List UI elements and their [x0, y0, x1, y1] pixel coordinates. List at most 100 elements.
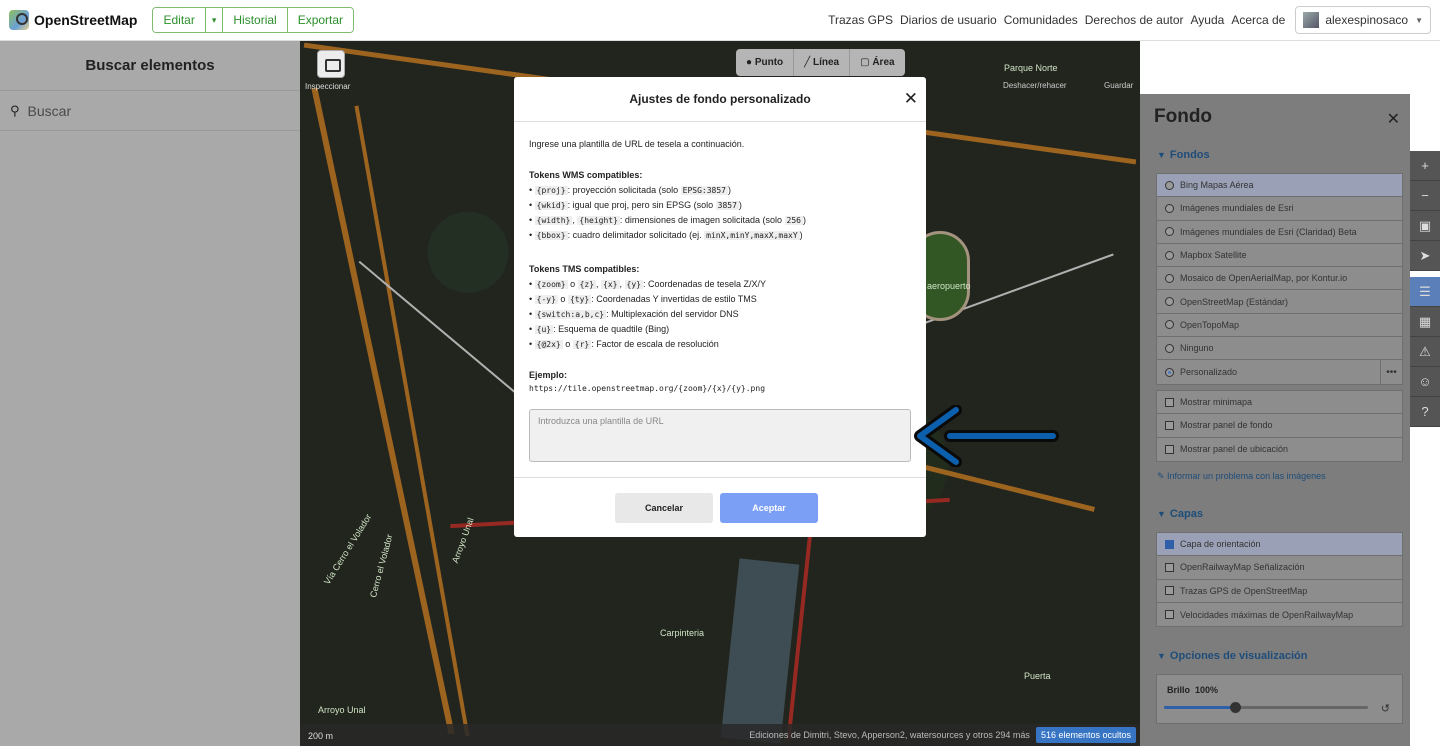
nav-link-copyright[interactable]: Derechos de autor: [1085, 13, 1184, 27]
radio-button[interactable]: [1165, 273, 1174, 283]
close-icon[interactable]: ✕: [1387, 109, 1400, 129]
zoom-in-icon[interactable]: +: [1410, 151, 1440, 181]
avatar: [1303, 12, 1320, 28]
background-option[interactable]: OpenStreetMap (Estándar): [1157, 290, 1402, 314]
background-option[interactable]: OpenTopoMap: [1157, 314, 1402, 338]
token-code: {ty}: [567, 295, 592, 304]
background-option[interactable]: Mosaico de OpenAerialMap, por Kontur.io: [1157, 267, 1402, 291]
map-label-parque: Parque Norte: [1004, 63, 1058, 73]
close-icon[interactable]: ✕: [904, 89, 918, 109]
checkbox[interactable]: [1165, 397, 1174, 407]
overlay-layer[interactable]: OpenRailwayMap Señalización: [1157, 556, 1402, 580]
background-option[interactable]: Imágenes mundiales de Esri (Claridad) Be…: [1157, 221, 1402, 244]
modal-title: Ajustes de fondo personalizado: [629, 92, 811, 106]
background-option[interactable]: Bing Mapas Aérea: [1157, 174, 1402, 198]
background-panel: Fondo ✕ ▼ Fondos Bing Mapas Aérea Imágenes…: [1140, 94, 1410, 746]
token-code: 256: [784, 216, 803, 225]
zoom-to-selection-icon[interactable]: ▣: [1410, 211, 1440, 241]
map-label-puerta: Puerta: [1024, 671, 1051, 681]
add-point-button[interactable]: ● Punto: [736, 49, 795, 76]
export-button[interactable]: Exportar: [287, 8, 354, 32]
radio-button[interactable]: [1165, 343, 1174, 353]
add-area-button[interactable]: ▢ Área: [850, 49, 904, 76]
token-code: {zoom}: [534, 280, 568, 289]
overlay-layer[interactable]: Velocidades máximas de OpenRailwayMap: [1157, 603, 1402, 626]
map-data-icon[interactable]: ▦: [1410, 307, 1440, 337]
checkbox[interactable]: [1165, 610, 1174, 620]
modal-body: Ingrese una plantilla de URL de tesela a…: [514, 139, 926, 393]
user-menu-button[interactable]: alexespinosaco ▼: [1295, 6, 1431, 34]
token-code: {@2x}: [534, 340, 563, 349]
search-placeholder: Buscar: [27, 102, 72, 119]
background-option[interactable]: Ninguno: [1157, 337, 1402, 361]
nav-links: Trazas GPS Diarios de usuario Comunidade…: [821, 6, 1440, 34]
display-option[interactable]: Mostrar minimapa: [1157, 391, 1402, 415]
more-options-icon[interactable]: •••: [1380, 360, 1402, 384]
radio-button[interactable]: [1165, 180, 1174, 190]
overlay-layer-label: Capa de orientación: [1180, 539, 1261, 550]
checkbox[interactable]: [1165, 586, 1174, 596]
osm-logo[interactable]: OpenStreetMap: [9, 10, 137, 30]
section-layers[interactable]: ▼ Capas: [1157, 508, 1203, 520]
map-label-carpinteria: Carpinteria: [660, 628, 705, 638]
radio-button[interactable]: [1165, 320, 1174, 330]
nav-link-help[interactable]: Ayuda: [1191, 13, 1225, 27]
sidebar-title: Buscar elementos: [0, 41, 300, 91]
chevron-down-icon: ▼: [1415, 15, 1423, 25]
reset-icon[interactable]: ↺: [1381, 702, 1390, 715]
inspect-label: Inspeccionar: [305, 82, 351, 91]
token-code: {r}: [572, 340, 592, 349]
search-input[interactable]: ⚲ Buscar: [0, 91, 300, 131]
cancel-button[interactable]: Cancelar: [615, 493, 713, 523]
radio-button[interactable]: [1165, 297, 1174, 307]
wms-tokens-list: {proj}: proyección solicitada (solo EPSG…: [529, 183, 911, 243]
overlay-layer-label: Velocidades máximas de OpenRailwayMap: [1180, 609, 1354, 620]
checkbox[interactable]: [1165, 562, 1174, 572]
accept-button[interactable]: Aceptar: [720, 493, 818, 523]
nav-link-about[interactable]: Acerca de: [1231, 13, 1285, 27]
background-option[interactable]: Mapbox Satellite: [1157, 244, 1402, 268]
nav-link-diaries[interactable]: Diarios de usuario: [900, 13, 997, 27]
overlay-layer[interactable]: Capa de orientación: [1157, 533, 1402, 557]
map-controls: + − ▣ ➤ ☰ ▦ ⚠ ☺ ?: [1410, 151, 1440, 427]
radio-button[interactable]: [1165, 250, 1174, 260]
brightness-text: Brillo: [1167, 685, 1191, 695]
issues-icon[interactable]: ⚠: [1410, 337, 1440, 367]
hidden-features-badge[interactable]: 516 elementos ocultos: [1035, 727, 1136, 743]
radio-button[interactable]: [1165, 203, 1174, 213]
token-text: : igual que proj, pero sin EPSG (solo: [567, 200, 716, 210]
help-icon[interactable]: ?: [1410, 397, 1440, 427]
checkbox[interactable]: [1165, 420, 1174, 430]
token-item: {proj}: proyección solicitada (solo EPSG…: [529, 183, 911, 198]
checkbox[interactable]: [1165, 539, 1174, 549]
inspect-button[interactable]: [317, 50, 345, 78]
radio-button[interactable]: [1165, 367, 1174, 377]
background-layers-icon[interactable]: ☰: [1410, 277, 1440, 307]
wms-tokens-title: Tokens WMS compatibles:: [529, 170, 643, 180]
display-option[interactable]: Mostrar panel de fondo: [1157, 414, 1402, 438]
nav-link-communities[interactable]: Comunidades: [1004, 13, 1078, 27]
checkbox[interactable]: [1165, 444, 1174, 454]
geolocate-icon[interactable]: ➤: [1410, 241, 1440, 271]
chevron-down-icon: ▼: [1157, 509, 1166, 519]
report-imagery-link[interactable]: ✎ Informar un problema con las imágenes: [1157, 471, 1326, 482]
edit-dropdown-icon[interactable]: ▾: [205, 8, 224, 32]
preferences-icon[interactable]: ☺: [1410, 367, 1440, 397]
nav-link-gps[interactable]: Trazas GPS: [828, 13, 893, 27]
background-option[interactable]: Personalizado •••: [1157, 360, 1402, 384]
brightness-slider[interactable]: [1164, 702, 1368, 713]
background-option[interactable]: Imágenes mundiales de Esri: [1157, 197, 1402, 221]
overlay-layer[interactable]: Trazas GPS de OpenStreetMap: [1157, 580, 1402, 603]
section-display-options[interactable]: ▼ Opciones de visualización: [1157, 650, 1307, 662]
history-button[interactable]: Historial: [223, 8, 288, 32]
edit-button[interactable]: Editar: [153, 8, 206, 32]
section-layers-label: Capas: [1169, 508, 1203, 520]
logo-text: OpenStreetMap: [34, 12, 138, 28]
radio-button[interactable]: [1165, 227, 1174, 237]
url-template-input[interactable]: [529, 409, 911, 462]
zoom-out-icon[interactable]: −: [1410, 181, 1440, 211]
section-backgrounds[interactable]: ▼ Fondos: [1157, 149, 1210, 161]
display-option[interactable]: Mostrar panel de ubicación: [1157, 438, 1402, 461]
brightness-slider-handle[interactable]: [1230, 702, 1242, 713]
add-line-button[interactable]: ╱ Línea: [794, 49, 851, 76]
